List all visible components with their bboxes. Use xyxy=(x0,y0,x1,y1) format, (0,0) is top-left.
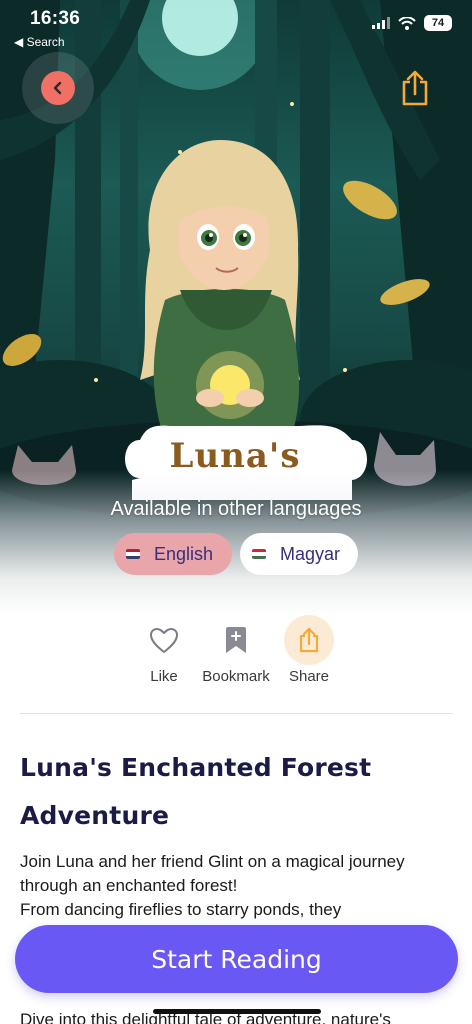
book-detail-screen: Luna's 16:36 ◀ Search 74 Available in ot… xyxy=(0,0,472,1024)
status-time: 16:36 xyxy=(30,8,81,29)
us-flag-icon xyxy=(126,549,140,559)
language-label: English xyxy=(154,543,214,564)
book-cover-hero: Luna's 16:36 ◀ Search 74 Available in ot… xyxy=(0,0,472,612)
bookmark-plus-icon xyxy=(226,627,246,653)
chevron-left-icon xyxy=(53,81,62,95)
share-button[interactable]: Share xyxy=(264,612,354,685)
back-button-circle[interactable] xyxy=(41,71,75,105)
share-icon-background xyxy=(284,615,334,665)
language-selector: English Magyar xyxy=(0,533,472,575)
back-button[interactable] xyxy=(22,52,94,124)
start-reading-button[interactable]: Start Reading xyxy=(15,925,458,993)
book-description: Join Luna and her friend Glint on a magi… xyxy=(20,852,405,919)
hu-flag-icon xyxy=(252,549,266,559)
home-indicator xyxy=(153,1009,321,1014)
heart-icon xyxy=(150,627,178,653)
share-icon xyxy=(299,627,319,653)
language-label: Magyar xyxy=(280,543,341,564)
language-option-magyar[interactable]: Magyar xyxy=(240,533,358,575)
share-button-top[interactable] xyxy=(396,68,434,108)
divider xyxy=(20,713,453,714)
language-option-english[interactable]: English xyxy=(114,533,232,575)
wifi-icon xyxy=(398,16,416,30)
battery-indicator: 74 xyxy=(424,15,452,31)
share-icon xyxy=(402,70,428,106)
share-label: Share xyxy=(288,668,330,685)
status-icons: 74 xyxy=(372,15,452,31)
signal-icon xyxy=(372,17,390,29)
available-languages-title: Available in other languages xyxy=(110,498,362,520)
book-title: Luna's Enchanted Forest Adventure xyxy=(20,753,372,830)
back-to-app-link[interactable]: ◀ Search xyxy=(14,35,65,49)
action-row: Like Bookmark Share xyxy=(0,612,472,712)
status-bar: 16:36 ◀ Search 74 xyxy=(0,0,472,52)
